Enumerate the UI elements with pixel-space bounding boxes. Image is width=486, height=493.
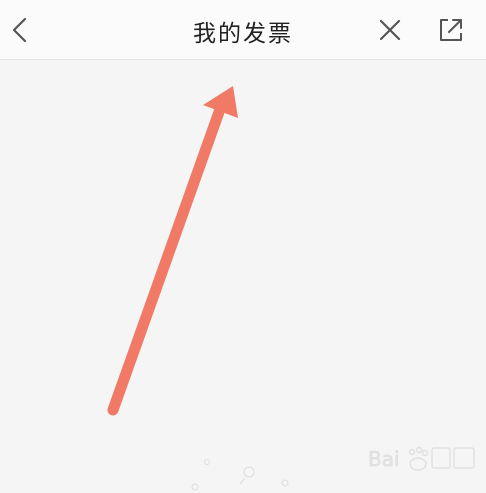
content-area [0,60,486,493]
close-icon [379,19,401,41]
watermark-logo: Bai [368,447,475,471]
close-button[interactable] [370,10,410,50]
page-title: 我的发票 [193,21,293,47]
webview-page: 我的发票 Bai [0,0,486,493]
navigation-bar: 我的发票 [0,0,486,60]
share-button[interactable] [431,10,471,50]
svg-text:Bai: Bai [368,447,400,471]
share-external-icon [440,19,462,41]
